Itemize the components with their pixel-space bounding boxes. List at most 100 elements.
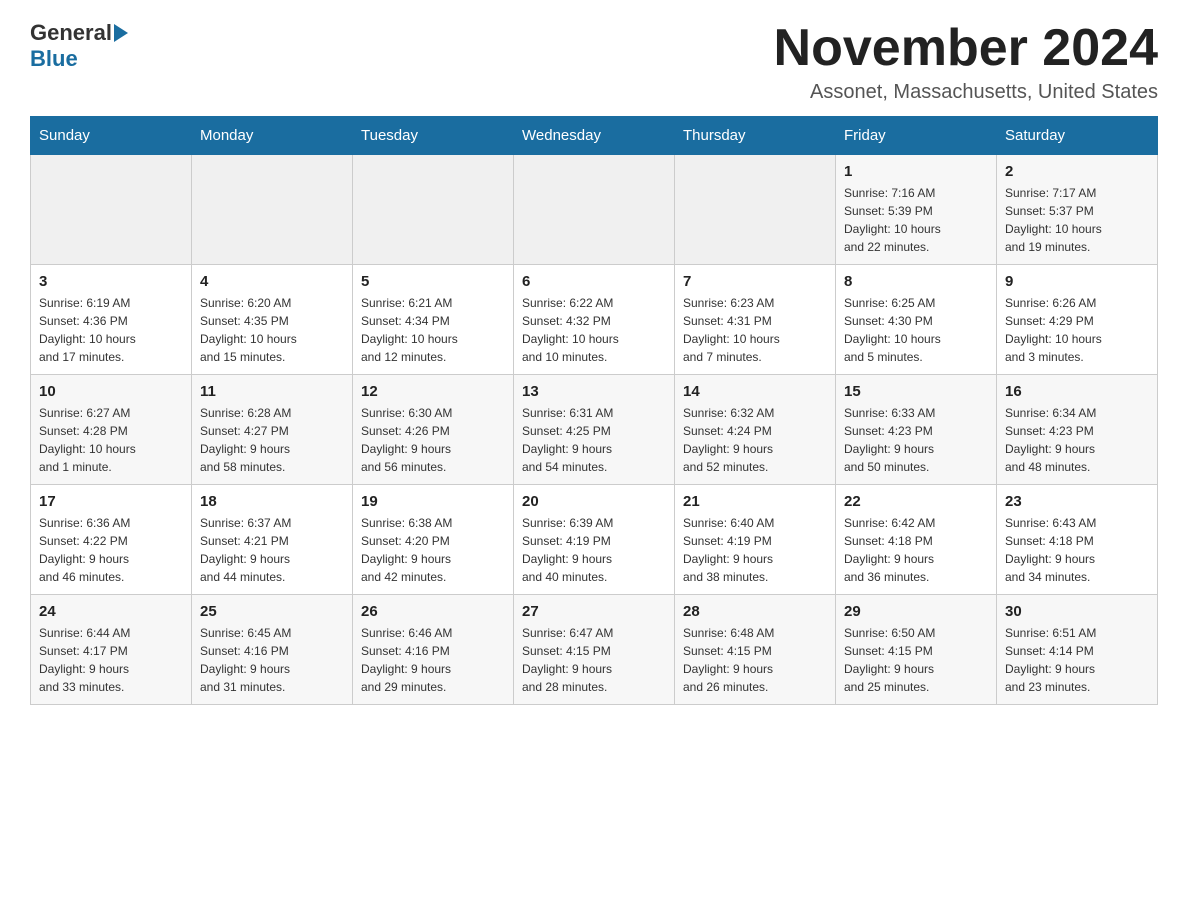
day-info: Sunrise: 6:27 AMSunset: 4:28 PMDaylight:… <box>39 404 183 476</box>
calendar-cell: 20 Sunrise: 6:39 AMSunset: 4:19 PMDayligh… <box>514 485 675 595</box>
day-header-monday: Monday <box>192 117 353 155</box>
day-number: 25 <box>200 603 344 620</box>
calendar-cell <box>31 155 192 265</box>
day-number: 17 <box>39 493 183 510</box>
calendar-cell: 17 Sunrise: 6:36 AMSunset: 4:22 PMDayligh… <box>31 485 192 595</box>
calendar-week-3: 10 Sunrise: 6:27 AMSunset: 4:28 PMDayligh… <box>31 375 1158 485</box>
calendar-cell: 1 Sunrise: 7:16 AMSunset: 5:39 PMDaylight… <box>836 155 997 265</box>
calendar-cell: 27Sunrise: 6:47 AMSunset: 4:15 PMDayligh… <box>514 595 675 705</box>
calendar-cell <box>353 155 514 265</box>
day-info: Sunrise: 6:33 AMSunset: 4:23 PMDaylight:… <box>844 404 988 476</box>
day-number: 27 <box>522 603 666 620</box>
day-number: 6 <box>522 273 666 290</box>
calendar-week-1: 1 Sunrise: 7:16 AMSunset: 5:39 PMDaylight… <box>31 155 1158 265</box>
day-info: Sunrise: 6:32 AMSunset: 4:24 PMDaylight:… <box>683 404 827 476</box>
day-number: 19 <box>361 493 505 510</box>
day-info: Sunrise: 6:21 AMSunset: 4:34 PMDaylight:… <box>361 294 505 366</box>
day-number: 23 <box>1005 493 1149 510</box>
day-number: 18 <box>200 493 344 510</box>
calendar-cell: 21 Sunrise: 6:40 AMSunset: 4:19 PMDayligh… <box>675 485 836 595</box>
calendar-cell: 29 Sunrise: 6:50 AMSunset: 4:15 PMDayligh… <box>836 595 997 705</box>
day-number: 30 <box>1005 603 1149 620</box>
calendar-table: SundayMondayTuesdayWednesdayThursdayFrid… <box>30 116 1158 705</box>
calendar-cell: 22 Sunrise: 6:42 AMSunset: 4:18 PMDayligh… <box>836 485 997 595</box>
day-info: Sunrise: 6:50 AMSunset: 4:15 PMDaylight:… <box>844 624 988 696</box>
day-number: 11 <box>200 383 344 400</box>
calendar-cell: 28Sunrise: 6:48 AMSunset: 4:15 PMDayligh… <box>675 595 836 705</box>
day-info: Sunrise: 6:40 AMSunset: 4:19 PMDaylight:… <box>683 514 827 586</box>
day-number: 22 <box>844 493 988 510</box>
day-info: Sunrise: 6:38 AMSunset: 4:20 PMDaylight:… <box>361 514 505 586</box>
calendar-cell: 25 Sunrise: 6:45 AMSunset: 4:16 PMDayligh… <box>192 595 353 705</box>
day-info: Sunrise: 6:23 AMSunset: 4:31 PMDaylight:… <box>683 294 827 366</box>
day-number: 15 <box>844 383 988 400</box>
day-info: Sunrise: 7:17 AMSunset: 5:37 PMDaylight:… <box>1005 184 1149 256</box>
day-number: 3 <box>39 273 183 290</box>
calendar-week-5: 24 Sunrise: 6:44 AMSunset: 4:17 PMDayligh… <box>31 595 1158 705</box>
calendar-cell: 26Sunrise: 6:46 AMSunset: 4:16 PMDayligh… <box>353 595 514 705</box>
day-number: 4 <box>200 273 344 290</box>
day-info: Sunrise: 6:36 AMSunset: 4:22 PMDaylight:… <box>39 514 183 586</box>
calendar-cell: 13Sunrise: 6:31 AMSunset: 4:25 PMDayligh… <box>514 375 675 485</box>
calendar-cell: 7 Sunrise: 6:23 AMSunset: 4:31 PMDaylight… <box>675 265 836 375</box>
page-header: General Blue November 2024 Assonet, Mass… <box>30 20 1158 104</box>
day-number: 29 <box>844 603 988 620</box>
day-info: Sunrise: 6:44 AMSunset: 4:17 PMDaylight:… <box>39 624 183 696</box>
day-header-friday: Friday <box>836 117 997 155</box>
calendar-cell: 14 Sunrise: 6:32 AMSunset: 4:24 PMDayligh… <box>675 375 836 485</box>
calendar-cell: 19 Sunrise: 6:38 AMSunset: 4:20 PMDayligh… <box>353 485 514 595</box>
day-info: Sunrise: 6:19 AMSunset: 4:36 PMDaylight:… <box>39 294 183 366</box>
day-number: 8 <box>844 273 988 290</box>
day-number: 21 <box>683 493 827 510</box>
calendar-cell: 9Sunrise: 6:26 AMSunset: 4:29 PMDaylight… <box>997 265 1158 375</box>
day-info: Sunrise: 6:31 AMSunset: 4:25 PMDaylight:… <box>522 404 666 476</box>
calendar-cell: 5Sunrise: 6:21 AMSunset: 4:34 PMDaylight… <box>353 265 514 375</box>
calendar-week-4: 17 Sunrise: 6:36 AMSunset: 4:22 PMDayligh… <box>31 485 1158 595</box>
day-info: Sunrise: 6:51 AMSunset: 4:14 PMDaylight:… <box>1005 624 1149 696</box>
calendar-week-2: 3 Sunrise: 6:19 AMSunset: 4:36 PMDaylight… <box>31 265 1158 375</box>
logo-general-text: General <box>30 20 112 46</box>
calendar-cell: 8 Sunrise: 6:25 AMSunset: 4:30 PMDaylight… <box>836 265 997 375</box>
calendar-cell: 4Sunrise: 6:20 AMSunset: 4:35 PMDaylight… <box>192 265 353 375</box>
logo-blue-text: Blue <box>30 46 78 71</box>
day-info: Sunrise: 7:16 AMSunset: 5:39 PMDaylight:… <box>844 184 988 256</box>
calendar-cell <box>675 155 836 265</box>
day-number: 20 <box>522 493 666 510</box>
day-info: Sunrise: 6:39 AMSunset: 4:19 PMDaylight:… <box>522 514 666 586</box>
day-number: 10 <box>39 383 183 400</box>
calendar-cell: 15 Sunrise: 6:33 AMSunset: 4:23 PMDayligh… <box>836 375 997 485</box>
logo: General Blue <box>30 20 128 72</box>
day-number: 7 <box>683 273 827 290</box>
month-title: November 2024 <box>774 20 1158 77</box>
calendar-cell: 6Sunrise: 6:22 AMSunset: 4:32 PMDaylight… <box>514 265 675 375</box>
logo-arrow-icon <box>114 24 128 42</box>
day-number: 24 <box>39 603 183 620</box>
day-number: 9 <box>1005 273 1149 290</box>
calendar-cell: 2 Sunrise: 7:17 AMSunset: 5:37 PMDaylight… <box>997 155 1158 265</box>
calendar-cell: 12 Sunrise: 6:30 AMSunset: 4:26 PMDayligh… <box>353 375 514 485</box>
calendar-body: 1 Sunrise: 7:16 AMSunset: 5:39 PMDaylight… <box>31 155 1158 705</box>
day-info: Sunrise: 6:34 AMSunset: 4:23 PMDaylight:… <box>1005 404 1149 476</box>
day-number: 14 <box>683 383 827 400</box>
calendar-cell: 16Sunrise: 6:34 AMSunset: 4:23 PMDayligh… <box>997 375 1158 485</box>
calendar-cell: 3 Sunrise: 6:19 AMSunset: 4:36 PMDaylight… <box>31 265 192 375</box>
day-info: Sunrise: 6:25 AMSunset: 4:30 PMDaylight:… <box>844 294 988 366</box>
calendar-cell: 18Sunrise: 6:37 AMSunset: 4:21 PMDayligh… <box>192 485 353 595</box>
day-info: Sunrise: 6:30 AMSunset: 4:26 PMDaylight:… <box>361 404 505 476</box>
title-area: November 2024 Assonet, Massachusetts, Un… <box>774 20 1158 104</box>
day-header-wednesday: Wednesday <box>514 117 675 155</box>
day-info: Sunrise: 6:42 AMSunset: 4:18 PMDaylight:… <box>844 514 988 586</box>
day-number: 12 <box>361 383 505 400</box>
day-info: Sunrise: 6:28 AMSunset: 4:27 PMDaylight:… <box>200 404 344 476</box>
day-header-tuesday: Tuesday <box>353 117 514 155</box>
day-number: 2 <box>1005 163 1149 180</box>
calendar-cell: 11 Sunrise: 6:28 AMSunset: 4:27 PMDayligh… <box>192 375 353 485</box>
day-number: 1 <box>844 163 988 180</box>
day-header-thursday: Thursday <box>675 117 836 155</box>
calendar-cell: 30 Sunrise: 6:51 AMSunset: 4:14 PMDayligh… <box>997 595 1158 705</box>
calendar-cell <box>192 155 353 265</box>
calendar-cell: 10 Sunrise: 6:27 AMSunset: 4:28 PMDayligh… <box>31 375 192 485</box>
day-info: Sunrise: 6:45 AMSunset: 4:16 PMDaylight:… <box>200 624 344 696</box>
calendar-header: SundayMondayTuesdayWednesdayThursdayFrid… <box>31 117 1158 155</box>
calendar-cell: 24 Sunrise: 6:44 AMSunset: 4:17 PMDayligh… <box>31 595 192 705</box>
